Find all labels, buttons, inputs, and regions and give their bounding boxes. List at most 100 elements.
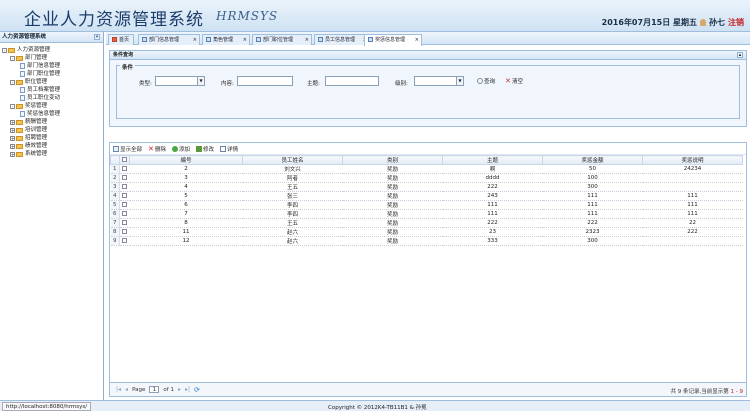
table-row[interactable]: 2 3 阿者 奖励 dddd 100 [110, 173, 743, 183]
table-row[interactable]: 5 6 李四 奖励 111 111 111 [110, 200, 743, 210]
row-checkbox-cell[interactable] [119, 182, 130, 192]
prev-page-icon[interactable]: ◂ [125, 386, 128, 393]
checkbox[interactable] [122, 156, 127, 162]
expand-icon[interactable]: + [10, 135, 15, 141]
folder-icon [16, 103, 23, 109]
sidebar-item[interactable]: 部门信息管理 [2, 62, 103, 70]
close-icon[interactable]: × [243, 35, 247, 45]
first-page-icon[interactable]: |◂ [116, 386, 121, 393]
tab-dept-info[interactable]: 部门信息管理 × [138, 34, 200, 45]
collapse-icon[interactable]: - [2, 47, 7, 53]
row-checkbox-cell[interactable] [119, 227, 130, 237]
row-checkbox-cell[interactable] [119, 209, 130, 219]
expand-icon[interactable]: + [10, 143, 15, 149]
table-row[interactable]: 8 11 赵六 奖励 23 2323 222 [110, 227, 743, 237]
content-input[interactable] [237, 76, 293, 86]
edit-button[interactable]: 修改 [196, 145, 214, 153]
sidebar-item[interactable]: 员工档案管理 [2, 86, 103, 94]
table-row[interactable]: 9 12 赵六 奖励 333 300 [110, 236, 743, 246]
add-button[interactable]: 添加 [172, 145, 190, 153]
table-row[interactable]: 6 7 李四 奖励 111 111 111 [110, 209, 743, 219]
row-checkbox-cell[interactable] [119, 200, 130, 210]
checkbox[interactable] [122, 165, 128, 171]
table-row[interactable]: 1 2 刘文兴 奖励啊 50 24234 [110, 164, 743, 174]
refresh-icon[interactable]: ⟳ [194, 386, 200, 394]
delete-button[interactable]: ✕ 删除 [148, 145, 166, 153]
close-icon[interactable]: × [305, 35, 309, 45]
level-select[interactable]: ▼ [414, 76, 464, 86]
column-header[interactable]: 主题 [442, 155, 543, 165]
checkbox[interactable] [122, 219, 128, 225]
checkbox[interactable] [122, 201, 128, 207]
checkbox[interactable] [122, 192, 128, 198]
checkbox[interactable] [122, 183, 128, 189]
sidebar-item[interactable]: + 绩效管理 [2, 142, 103, 150]
sidebar-item[interactable]: - 奖惩管理 [2, 102, 103, 110]
edit-icon [196, 145, 203, 152]
row-checkbox-cell[interactable] [119, 164, 130, 174]
last-page-icon[interactable]: ▸| [185, 386, 190, 393]
sidebar-item-label: 奖惩信息管理 [27, 111, 61, 117]
tab-employee[interactable]: 员工信息管理× [314, 34, 370, 45]
sidebar-item[interactable]: + 培训管理 [2, 126, 103, 134]
detail-label: 详情 [227, 146, 239, 153]
sidebar-item[interactable]: 奖惩信息管理 [2, 110, 103, 118]
collapse-icon[interactable]: - [10, 79, 15, 85]
chevron-down-icon[interactable]: ▼ [197, 77, 204, 85]
sidebar-item[interactable]: + 系统管理 [2, 150, 103, 158]
sidebar-item[interactable]: - 职位管理 [2, 78, 103, 86]
home-icon [112, 37, 117, 42]
tab-label: 部门信息管理 [149, 37, 180, 43]
sidebar-item[interactable]: - 部门管理 [2, 54, 103, 62]
page-input[interactable]: 1 [149, 386, 160, 393]
row-checkbox-cell[interactable] [119, 173, 130, 183]
table-cell: 222 [442, 182, 543, 192]
checkbox[interactable] [122, 228, 128, 234]
table-row[interactable]: 7 8 王五 奖励 222 222 22 [110, 218, 743, 228]
tab-home[interactable]: 首页 [108, 34, 134, 45]
tree-root[interactable]: - 人力资源管理 [2, 46, 103, 54]
sidebar: 人力资源管理系统 « - 人力资源管理 - 部门管理 部门信息管理 部门职位管理 - 职位… [0, 32, 104, 400]
collapse-icon[interactable]: - [10, 103, 15, 109]
collapse-search-button[interactable]: ▴ [737, 52, 743, 58]
type-select[interactable]: ▼ [155, 76, 205, 86]
column-header[interactable]: 类别 [342, 155, 443, 165]
checkbox[interactable] [122, 237, 128, 243]
close-icon[interactable]: × [415, 35, 419, 45]
sidebar-item[interactable]: 员工职位变动 [2, 94, 103, 102]
column-header[interactable]: 员工姓名 [242, 155, 343, 165]
row-checkbox-cell[interactable] [119, 191, 130, 201]
select-all-checkbox[interactable] [119, 155, 130, 165]
column-header[interactable]: 编号 [129, 155, 243, 165]
table-row[interactable]: 4 5 张三 奖励 243 111 111 [110, 191, 743, 201]
tab-role[interactable]: 角色管理 × [202, 34, 250, 45]
checkbox[interactable] [122, 174, 128, 180]
tab-dept-position[interactable]: 部门职位管理 × [252, 34, 312, 45]
logout-link[interactable]: 注销 [728, 17, 744, 28]
column-header[interactable]: 奖惩说明 [642, 155, 743, 165]
expand-icon[interactable]: + [10, 127, 15, 133]
expand-icon[interactable]: + [10, 119, 15, 125]
sidebar-item[interactable]: + 薪酬管理 [2, 118, 103, 126]
next-page-icon[interactable]: ▸ [178, 386, 181, 393]
chevron-down-icon[interactable]: ▼ [456, 77, 463, 85]
tab-reward-info[interactable]: 奖惩信息管理 × [364, 34, 422, 46]
detail-button[interactable]: 详情 [220, 145, 238, 153]
show-all-button[interactable]: 显示全部 [113, 145, 142, 153]
clear-button[interactable]: ✕ 清空 [505, 77, 523, 86]
collapse-icon[interactable]: - [10, 55, 15, 61]
collapse-sidebar-button[interactable]: « [94, 34, 100, 40]
checkbox[interactable] [122, 210, 128, 216]
close-icon[interactable]: × [193, 35, 197, 45]
column-header[interactable]: 奖惩金额 [542, 155, 643, 165]
sidebar-item[interactable]: 部门职位管理 [2, 70, 103, 78]
sidebar-item[interactable]: + 招聘管理 [2, 134, 103, 142]
query-button[interactable]: 查询 [477, 77, 495, 85]
table-row[interactable]: 3 4 王五 奖励 222 300 [110, 182, 743, 192]
table-cell: 王五 [242, 182, 343, 192]
subject-input[interactable] [325, 76, 379, 86]
expand-icon[interactable]: + [10, 151, 15, 157]
row-checkbox-cell[interactable] [119, 218, 130, 228]
row-checkbox-cell[interactable] [119, 236, 130, 246]
table-cell: 奖励 [342, 236, 443, 246]
